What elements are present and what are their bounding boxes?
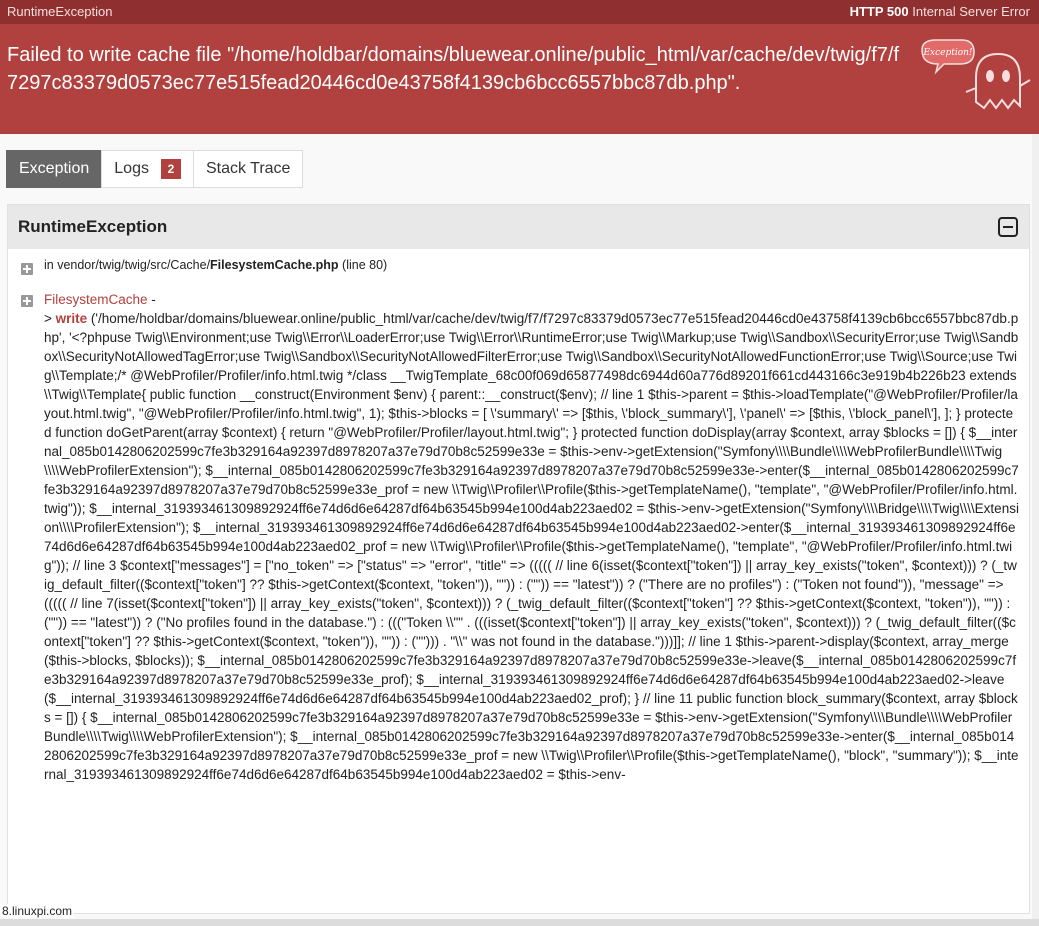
trace-separator: - bbox=[147, 292, 156, 307]
panel-header[interactable]: RuntimeException bbox=[8, 205, 1029, 249]
tab-label: Stack Trace bbox=[205, 160, 291, 177]
footer-url: 8.linuxpi.com bbox=[0, 904, 75, 918]
trace-class: FilesystemCache bbox=[44, 292, 148, 307]
bottom-bar bbox=[0, 919, 1039, 926]
tab-stack-trace[interactable]: Stack Trace bbox=[192, 150, 304, 188]
http-status: HTTP 500 Internal Server Error bbox=[850, 4, 1030, 19]
logs-count-badge: 2 bbox=[160, 159, 181, 179]
scrollbar[interactable] bbox=[1032, 134, 1039, 919]
exception-panel: RuntimeException in vendor/twig/twig/src… bbox=[7, 204, 1030, 914]
exception-header: Failed to write cache file "/home/holdba… bbox=[0, 24, 1039, 134]
status-text: Internal Server Error bbox=[912, 4, 1030, 19]
exception-message: Failed to write cache file "/home/holdba… bbox=[7, 44, 900, 94]
top-bar: RuntimeException HTTP 500 Internal Serve… bbox=[0, 0, 1039, 24]
location-prefix: in vendor/twig/twig/src/Cache/ bbox=[44, 258, 211, 272]
plus-square-icon[interactable] bbox=[21, 263, 33, 275]
ghost-icon: Exception! bbox=[921, 39, 1031, 110]
tab-exception[interactable]: Exception bbox=[6, 150, 103, 188]
tab-label: Logs bbox=[114, 160, 149, 177]
plus-square-icon[interactable] bbox=[21, 295, 33, 307]
minus-square-icon[interactable] bbox=[998, 217, 1018, 237]
mascot-text: Exception! bbox=[922, 48, 972, 58]
stack-trace-entry: FilesystemCache - > write ('/home/holdba… bbox=[44, 290, 1019, 784]
trace-arguments: ('/home/holdbar/domains/bluewear.online/… bbox=[44, 311, 1019, 782]
tab-bar: Exception Logs 2 Stack Trace bbox=[6, 150, 304, 188]
tab-logs[interactable]: Logs 2 bbox=[101, 150, 194, 188]
location-file: FilesystemCache.php bbox=[210, 258, 339, 272]
trace-function: write bbox=[55, 311, 88, 326]
status-code: HTTP 500 bbox=[849, 4, 909, 19]
panel-title: RuntimeException bbox=[18, 217, 168, 236]
exception-location: in vendor/twig/twig/src/Cache/Filesystem… bbox=[44, 258, 387, 272]
location-line: (line 80) bbox=[342, 258, 388, 272]
tab-label: Exception bbox=[19, 160, 90, 177]
exception-class-label: RuntimeException bbox=[7, 4, 113, 19]
trace-arrow: > bbox=[44, 311, 56, 326]
